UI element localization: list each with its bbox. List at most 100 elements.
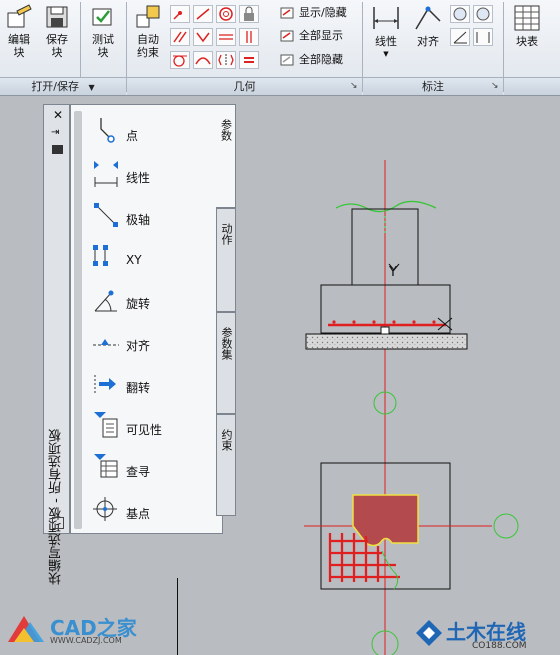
vertical-constraint-button[interactable] — [239, 28, 259, 46]
palette-item-lookup[interactable]: 查寻 — [91, 451, 216, 487]
xy-parameter-icon — [93, 245, 108, 266]
block-authoring-palette: ✕ ⇥ 块编写选项板 - 所有选项板 点 线性 极轴 XY 旋转 对齐 翻转 可… — [43, 104, 236, 585]
palette-item-label: 点 — [126, 129, 139, 143]
palette-item-visibility[interactable]: 可见性 — [91, 409, 216, 445]
palette-item-rotation[interactable]: 旋转 — [91, 283, 216, 319]
test-block-icon — [92, 8, 112, 26]
palette-item-flip[interactable]: 翻转 — [91, 367, 216, 403]
parallel-constraint-button[interactable] — [170, 28, 190, 46]
aligned-button[interactable]: 对齐 — [410, 3, 446, 48]
coincident-icon — [173, 11, 182, 20]
tab-label: 参数集 — [220, 327, 233, 360]
block-table-button[interactable]: 块表 — [509, 3, 545, 48]
tab-parameters[interactable]: 参数 — [216, 104, 236, 208]
edit-block-button[interactable]: 编辑 块 — [2, 3, 36, 59]
perpendicular-icon — [196, 32, 210, 43]
diameter-icon — [476, 32, 490, 43]
auto-constrain-icon — [136, 5, 160, 28]
palette-item-polar[interactable]: 极轴 — [91, 199, 216, 235]
chevron-down-icon[interactable]: ▼ — [89, 83, 95, 92]
tumu-url: CO188.COM — [472, 641, 527, 651]
group-label-geometry: 几何 — [233, 80, 256, 93]
auto-constrain-button[interactable]: 自动 约束 — [131, 3, 165, 59]
horizontal-icon — [219, 34, 233, 40]
diameter-dim-button[interactable] — [473, 28, 493, 46]
angular-dim-button[interactable] — [450, 28, 470, 46]
drawing-canvas[interactable]: Y — [236, 96, 560, 655]
collinear-icon — [196, 8, 210, 20]
show-hide-button[interactable]: 显示/隐藏 — [280, 4, 347, 22]
show-hide-icon — [280, 7, 294, 19]
palette-titlebar[interactable]: ✕ ⇥ 块编写选项板 - 所有选项板 — [43, 104, 70, 585]
lock-icon — [244, 6, 254, 21]
edit-block-label: 编辑 块 — [8, 33, 30, 59]
palette-item-alignment[interactable]: 对齐 — [91, 325, 216, 361]
palette-item-xy[interactable]: XY — [91, 241, 216, 277]
palette-item-label: 基点 — [126, 507, 151, 521]
point-parameter-icon — [100, 118, 115, 143]
tangent-constraint-button[interactable] — [170, 51, 190, 69]
show-hide-label: 显示/隐藏 — [299, 6, 347, 19]
hide-all-button[interactable]: 全部隐藏 — [280, 51, 343, 69]
group-table — [504, 77, 560, 95]
save-block-icon — [46, 6, 68, 28]
linear-dimension-icon — [373, 7, 399, 29]
close-icon[interactable]: ✕ — [53, 108, 63, 122]
properties-icon[interactable] — [52, 145, 63, 154]
group-geometry: 几何 — [127, 77, 362, 95]
flip-parameter-icon — [94, 375, 116, 393]
linear-label: 线性 — [375, 35, 397, 48]
palette-item-linear[interactable]: 线性 — [91, 157, 216, 193]
smooth-constraint-button[interactable] — [193, 51, 213, 69]
tab-parameter-sets[interactable]: 参数集 — [216, 312, 236, 414]
palette-item-label: 翻转 — [126, 381, 151, 395]
tab-constraints[interactable]: 约束 — [216, 414, 236, 516]
symmetric-icon — [218, 54, 234, 66]
convert-dim-button[interactable] — [473, 5, 493, 23]
ribbon: 编辑 块 保存 块 测试 块 打开/保存 ▼ 自动 约束 显示/隐藏 全部显示 … — [0, 0, 560, 96]
cushion-layer — [305, 333, 468, 350]
angular-icon — [453, 31, 467, 44]
grip-circle-right[interactable] — [493, 513, 519, 539]
palette-item-label: 线性 — [126, 171, 151, 185]
break-line-plan — [381, 550, 399, 590]
palette-item-basepoint[interactable]: 基点 — [91, 493, 216, 529]
save-block-button[interactable]: 保存 块 — [40, 3, 74, 59]
equal-constraint-button[interactable] — [239, 51, 259, 69]
autohide-icon[interactable]: ⇥ — [51, 127, 59, 138]
tab-actions[interactable]: 动作 — [216, 208, 236, 312]
polar-parameter-icon — [94, 203, 118, 227]
break-line — [335, 200, 437, 213]
rotate-dim-button[interactable] — [450, 5, 470, 23]
palette-scrollbar[interactable] — [74, 111, 82, 529]
tab-label: 约束 — [220, 429, 233, 451]
palette-item-label: 极轴 — [126, 213, 151, 227]
palette-menu-icon[interactable] — [52, 517, 64, 529]
palette-title: 块编写选项板 - 所有选项板 — [49, 429, 64, 585]
horizontal-constraint-button[interactable] — [216, 28, 236, 46]
symmetric-constraint-button[interactable] — [216, 51, 236, 69]
tab-label: 参数 — [219, 119, 233, 141]
geometry-launcher-icon[interactable]: ↘ — [350, 81, 358, 91]
collinear-constraint-button[interactable] — [193, 5, 213, 23]
coincident-constraint-button[interactable] — [170, 5, 190, 23]
grip-square[interactable] — [380, 326, 390, 335]
show-all-button[interactable]: 全部显示 — [280, 27, 343, 45]
alignment-parameter-icon — [93, 339, 119, 346]
group-open-save: 打开/保存 ▼ — [0, 77, 126, 95]
palette-item-label: 对齐 — [126, 339, 151, 353]
aligned-dimension-icon — [415, 6, 441, 30]
save-block-label: 保存 块 — [46, 33, 68, 59]
equal-icon — [244, 57, 254, 63]
visibility-parameter-icon — [94, 412, 118, 438]
test-block-label: 测试 块 — [92, 33, 114, 59]
palette-item-point[interactable]: 点 — [91, 115, 216, 151]
perpendicular-constraint-button[interactable] — [193, 28, 213, 46]
show-all-icon — [280, 30, 294, 42]
chevron-down-icon[interactable]: ▼ — [367, 48, 405, 61]
test-block-button[interactable]: 测试 块 — [86, 3, 120, 59]
linear-button[interactable]: 线性 ▼ — [367, 3, 405, 61]
fix-constraint-button[interactable] — [239, 5, 259, 23]
concentric-constraint-button[interactable] — [216, 5, 236, 23]
dimension-launcher-icon[interactable]: ↘ — [491, 81, 499, 91]
